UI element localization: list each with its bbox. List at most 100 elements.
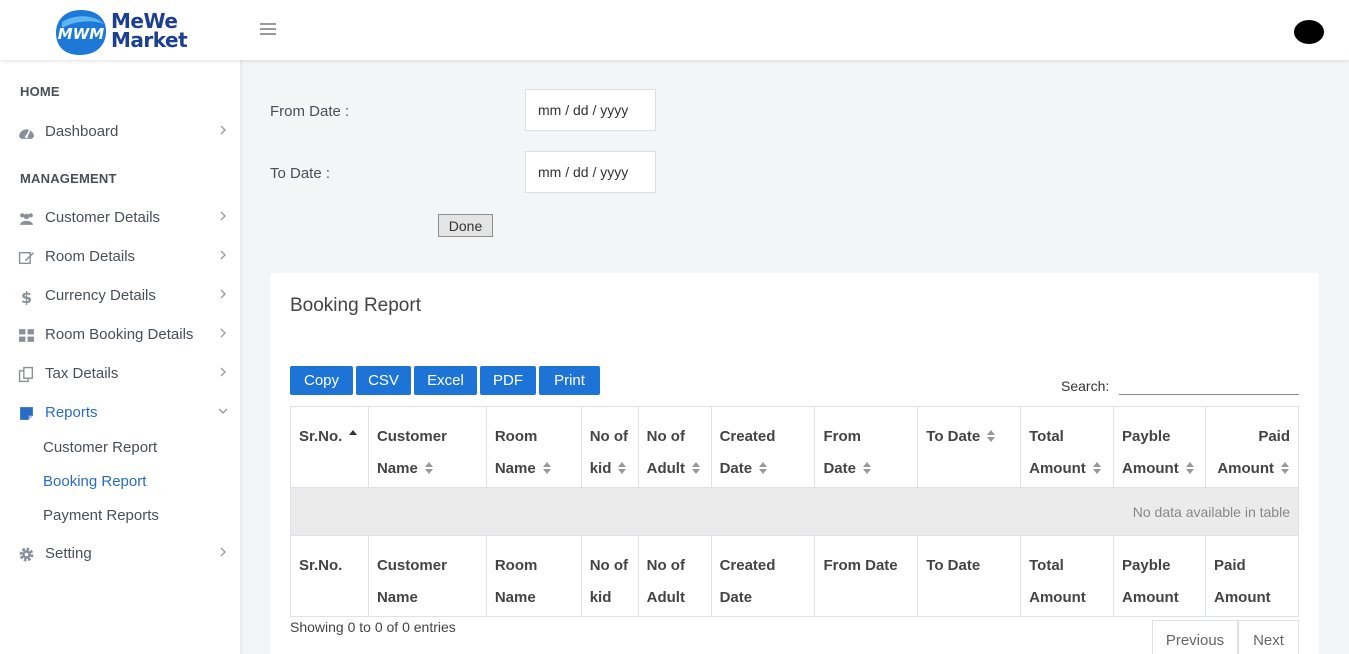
sidebar-item-dashboard[interactable]: Dashboard — [0, 117, 240, 147]
col-footer-total-amount: Total Amount — [1020, 535, 1115, 617]
next-page-button[interactable]: Next — [1238, 620, 1299, 654]
col-footer-label: Amount — [1029, 589, 1086, 606]
col-footer-no-of-kid: No of kid — [580, 535, 639, 617]
avatar[interactable] — [1294, 20, 1324, 44]
booking-report-card: Booking Report Copy CSV Excel PDF Print … — [270, 273, 1319, 654]
section-management: MANAGEMENT — [20, 171, 117, 186]
edit-icon — [18, 252, 34, 265]
sort-asc-icon — [349, 430, 358, 436]
col-header-created-date[interactable]: Created Date — [710, 406, 816, 488]
col-header-from-date[interactable]: From Date — [814, 406, 919, 488]
col-footer-label: Room — [494, 557, 538, 574]
col-footer-label: From Date — [823, 557, 898, 574]
sort-both-icon — [424, 462, 433, 475]
section-home: HOME — [20, 84, 60, 99]
col-header-label: No of — [589, 428, 629, 445]
search-input[interactable] — [1119, 373, 1299, 395]
report-icon — [20, 407, 33, 420]
done-button[interactable]: Done — [438, 214, 493, 237]
col-header-label: From — [823, 428, 861, 445]
col-header-label: Date — [719, 460, 753, 477]
col-header-label: Amount — [1217, 460, 1274, 477]
chevron-down-icon — [218, 408, 228, 414]
users-icon — [20, 213, 33, 225]
booking-table: Sr.No. Customer Name Room Name No of kid No… — [290, 406, 1300, 617]
col-footer-label: Name — [376, 589, 418, 606]
menu-toggle-icon[interactable] — [260, 23, 276, 37]
col-header-label: Created — [719, 428, 776, 445]
col-footer-to-date: To Date — [917, 535, 1022, 617]
previous-page-button[interactable]: Previous — [1152, 620, 1238, 654]
to-date-input[interactable] — [525, 151, 656, 193]
gear-icon — [19, 547, 34, 562]
table-info: Showing 0 to 0 of 0 entries — [290, 619, 456, 635]
chevron-right-icon — [220, 250, 226, 260]
col-header-sr-no[interactable]: Sr.No. — [290, 406, 369, 488]
col-header-label: kid — [589, 460, 612, 477]
col-header-label: To Date — [926, 428, 981, 445]
sidebar-item-room-booking-details[interactable]: Room Booking Details — [0, 320, 240, 350]
dollar-icon: $ — [21, 288, 32, 305]
col-header-total-amount[interactable]: Total Amount — [1020, 406, 1115, 488]
search-label: Search: — [1061, 378, 1110, 394]
brand-logo[interactable]: MWM MeWe Market — [54, 8, 194, 56]
chevron-right-icon — [220, 367, 226, 377]
sidebar-item-setting[interactable]: Setting — [0, 539, 240, 569]
sidebar-item-tax-details[interactable]: Tax Details — [0, 359, 240, 389]
col-footer-from-date: From Date — [814, 535, 919, 617]
csv-button[interactable]: CSV — [356, 366, 411, 395]
col-header-label: Name — [494, 460, 536, 477]
from-date-label: From Date : — [270, 103, 350, 120]
pdf-button[interactable]: PDF — [480, 366, 536, 395]
from-date-input[interactable] — [525, 89, 656, 131]
sidebar-item-label: Tax Details — [45, 365, 119, 382]
svg-text:MWM: MWM — [58, 25, 104, 43]
col-header-paid-amount[interactable]: Paid Amount — [1204, 406, 1300, 488]
sort-both-icon — [1281, 462, 1289, 475]
col-footer-label: Amount — [1122, 589, 1179, 606]
print-button[interactable]: Print — [539, 366, 600, 395]
sub-item-customer-report[interactable]: Customer Report — [43, 439, 157, 456]
sort-both-icon — [1185, 462, 1194, 475]
col-header-no-of-kid[interactable]: No of kid — [580, 406, 639, 488]
col-footer-label: Total — [1029, 557, 1064, 574]
col-header-label: Amount — [1122, 460, 1179, 477]
sort-both-icon — [618, 462, 627, 475]
col-header-label: Name — [376, 460, 418, 477]
table-row: No data available in table — [290, 487, 1299, 536]
col-footer-room-name: Room Name — [485, 535, 582, 617]
sort-both-icon — [759, 462, 768, 475]
col-header-room-name[interactable]: Room Name — [485, 406, 582, 488]
col-header-no-of-adult[interactable]: No of Adult — [637, 406, 712, 488]
col-header-label: Room — [494, 428, 538, 445]
sort-both-icon — [1092, 462, 1101, 475]
sidebar-item-room-details[interactable]: Room Details — [0, 242, 240, 272]
sort-both-icon — [987, 430, 996, 443]
col-footer-label: Adult — [646, 589, 685, 606]
col-footer-label: To Date — [926, 557, 981, 574]
col-header-to-date[interactable]: To Date — [917, 406, 1022, 488]
col-header-label: Customer — [376, 428, 447, 445]
sidebar-item-label: Setting — [45, 545, 92, 562]
col-footer-label: kid — [589, 589, 612, 606]
card-title: Booking Report — [290, 295, 421, 316]
copy-button[interactable]: Copy — [290, 366, 353, 395]
col-header-label: Total — [1029, 428, 1064, 445]
top-header: MWM MeWe Market — [0, 0, 1349, 60]
col-header-payble-amount[interactable]: Payble Amount — [1113, 406, 1206, 488]
col-header-label: Sr.No. — [299, 428, 343, 445]
sidebar-item-customer-details[interactable]: Customer Details — [0, 203, 240, 233]
excel-button[interactable]: Excel — [414, 366, 477, 395]
sub-item-payment-reports[interactable]: Payment Reports — [43, 507, 159, 524]
chevron-right-icon — [220, 547, 226, 557]
chevron-right-icon — [220, 289, 226, 299]
sidebar-item-currency-details[interactable]: $ Currency Details — [0, 281, 240, 311]
sidebar-item-label: Reports — [45, 404, 98, 421]
col-footer-label: Created — [719, 557, 776, 574]
sidebar-item-reports[interactable]: Reports — [0, 398, 240, 428]
sub-item-booking-report[interactable]: Booking Report — [43, 473, 146, 490]
chevron-right-icon — [220, 328, 226, 338]
col-footer-no-of-adult: No of Adult — [637, 535, 712, 617]
col-header-customer-name[interactable]: Customer Name — [367, 406, 487, 488]
col-header-label: Paid — [1258, 428, 1290, 445]
